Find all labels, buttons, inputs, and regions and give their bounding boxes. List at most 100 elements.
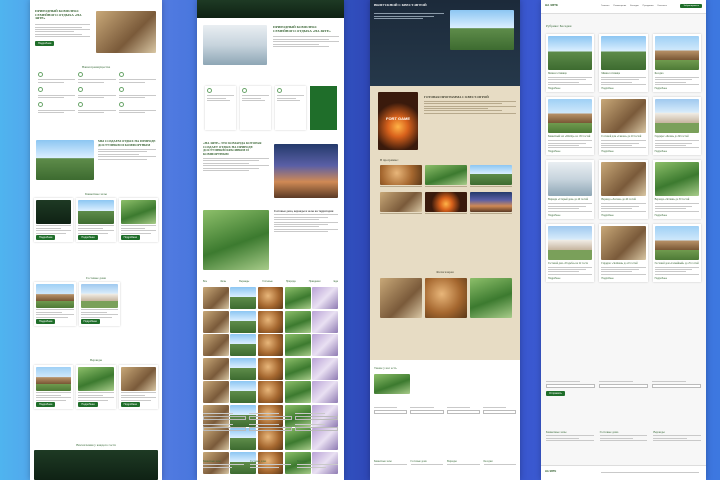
gallery-photo[interactable] <box>284 381 311 403</box>
venue-card[interactable]: Гостевой дом «Семейный» до 25 гостей Подр… <box>652 223 701 282</box>
gallery-photo[interactable] <box>257 381 284 403</box>
gallery-photo[interactable] <box>284 334 311 356</box>
venue-card[interactable]: Веранда «Летняя» до 30 гостей Подробнее <box>652 160 701 219</box>
veranda-card[interactable]: Подробнее <box>34 365 74 409</box>
gallery-photo[interactable] <box>230 334 257 356</box>
venue-card[interactable]: Гардерес «Белая» до 60 гостей Подробнее <box>652 97 701 156</box>
venue-card[interactable]: Гостевой дом «Усадьба» на 22 гостя Подроб… <box>546 223 595 282</box>
house-card[interactable]: Подробнее <box>118 198 158 242</box>
gallery-tab[interactable]: Праздники <box>309 280 321 283</box>
more-link[interactable]: Подробнее <box>655 214 699 217</box>
section-cottages-title: Гостевые дома <box>86 276 106 280</box>
venue-title: Мини-гостиница <box>601 72 621 75</box>
venue-card[interactable]: Гардерес «Зелёная» до 22 гостей Подробнее <box>599 223 648 282</box>
verandas-row: Подробнее Подробнее Подробнее <box>34 365 158 409</box>
venue-title: Беседка <box>654 72 664 75</box>
gallery-photo[interactable] <box>312 310 338 333</box>
feature-card <box>275 86 306 130</box>
gallery-photo[interactable] <box>284 287 311 309</box>
photo[interactable] <box>470 278 512 318</box>
footer-col-title: Гостевые дома <box>599 430 619 434</box>
gallery-photo[interactable] <box>312 381 338 403</box>
house-card[interactable]: Подробнее <box>76 198 116 242</box>
nav-link[interactable]: Праздники <box>643 5 654 7</box>
gallery-photo[interactable] <box>312 287 338 309</box>
more-link[interactable]: Подробнее <box>601 150 645 153</box>
footer-col-title: Банкетные залы <box>203 460 221 463</box>
gallery-photo[interactable] <box>230 428 257 450</box>
gallery-tab[interactable]: Все <box>203 280 207 283</box>
gallery-photo[interactable] <box>312 357 338 380</box>
venue-card[interactable]: Банкетный зал «Шатёр» на 150 гостей Подро… <box>546 97 595 156</box>
team-title: «НА ЗЯТЕ» ЭТО КОМАНДА КОТОРАЯ СОЗДАЕТ ОТ… <box>203 141 262 156</box>
more-link[interactable]: Подробнее <box>548 277 592 280</box>
gallery-tab[interactable]: Природа <box>286 280 296 283</box>
program-item <box>425 165 467 189</box>
gallery-photo[interactable] <box>230 357 257 380</box>
more-link[interactable]: Подробнее <box>655 150 699 153</box>
gallery-photo[interactable] <box>257 334 284 356</box>
more-link[interactable]: Подробнее <box>601 87 645 90</box>
more-link[interactable]: Подробнее <box>548 214 592 217</box>
nav-link[interactable]: Контакты <box>657 5 666 7</box>
houses-row: Подробнее Подробнее Подробнее <box>34 198 158 242</box>
gallery-photo[interactable] <box>284 310 311 333</box>
gallery-photo[interactable] <box>203 334 229 356</box>
site-logo[interactable]: НА ЗЯТЕ <box>545 3 558 7</box>
veranda-card[interactable]: Подробнее <box>76 365 116 409</box>
more-link[interactable]: Подробнее <box>655 277 699 280</box>
gallery-photo[interactable] <box>203 381 229 403</box>
venue-card[interactable]: Веранда «Старый дом» до 40 гостей Подробн… <box>546 160 595 219</box>
gallery-photo[interactable] <box>257 357 284 380</box>
hero-button[interactable]: Подробнее <box>35 40 55 46</box>
team-photo <box>36 140 94 180</box>
nav-link[interactable]: Главная <box>601 5 609 7</box>
nav-link[interactable]: Беседки <box>630 5 638 7</box>
tree-icon <box>38 87 43 93</box>
gallery-photo[interactable] <box>230 287 257 309</box>
photo[interactable] <box>380 278 422 318</box>
gallery-tab[interactable]: Гостевые <box>262 280 272 283</box>
gallery-photo[interactable] <box>257 287 284 309</box>
gallery-photo[interactable] <box>284 428 311 450</box>
venue-card[interactable]: Гостевой дом «Сказка» до 20 гостей Подроб… <box>599 97 648 156</box>
cottage-card[interactable]: Подробнее <box>78 282 120 326</box>
gallery-photo[interactable] <box>203 287 229 309</box>
hero-photo <box>203 25 267 65</box>
photo-grid <box>380 278 512 318</box>
gallery-photo[interactable] <box>312 334 338 356</box>
more-link[interactable]: Подробнее <box>601 277 645 280</box>
cottage-card[interactable]: Подробнее <box>34 282 76 326</box>
gallery-tab[interactable]: Еда <box>334 280 338 283</box>
hero-block: ПРИРОДНЫЙ КОМПЛЕКС СЕМЕЙНОГО ОТДЫХА «НА … <box>35 9 90 46</box>
gallery-photo[interactable] <box>257 310 284 333</box>
screenshot-strip-2: ПРИРОДНЫЙ КОМПЛЕКС СЕМЕЙНОГО ОТДЫХА «НА … <box>197 0 344 480</box>
footer-columns: Банкетные залы Гостевые дома Веранды <box>546 430 702 443</box>
gallery-photo[interactable] <box>257 428 284 450</box>
house-card[interactable]: Подробнее <box>34 198 74 242</box>
gallery-photo[interactable] <box>230 381 257 403</box>
more-link[interactable]: Подробнее <box>548 87 592 90</box>
bottom-section: Также у нас есть Банкетные залы Гостевые… <box>370 360 520 480</box>
submit-button[interactable]: Отправить <box>546 390 565 396</box>
more-link[interactable]: Подробнее <box>655 87 699 90</box>
more-link[interactable]: Подробнее <box>601 214 645 217</box>
gallery-photo[interactable] <box>230 310 257 333</box>
gallery-photo[interactable] <box>203 310 229 333</box>
gallery-photo[interactable] <box>284 357 311 380</box>
venue-card[interactable]: Мини-гостиница Подробнее <box>546 34 595 93</box>
gallery-tab[interactable]: Залы <box>220 280 226 283</box>
gallery-photo[interactable] <box>203 357 229 380</box>
more-link[interactable]: Подробнее <box>548 150 592 153</box>
venue-card[interactable]: Мини-гостиница Подробнее <box>599 34 648 93</box>
nav-link[interactable]: Размещение <box>613 5 626 7</box>
gallery-tab[interactable]: Веранды <box>239 280 249 283</box>
star-icon <box>118 72 124 77</box>
venue-card[interactable]: Веранда «Лесная» до 40 гостей Подробнее <box>599 160 648 219</box>
book-button[interactable]: Забронировать <box>680 4 702 8</box>
gallery-photo[interactable] <box>312 428 338 450</box>
venue-card[interactable]: Беседка Подробнее <box>652 34 701 93</box>
veranda-card[interactable]: Подробнее <box>118 365 158 409</box>
gallery-photo[interactable] <box>203 428 229 450</box>
photo[interactable] <box>425 278 467 318</box>
